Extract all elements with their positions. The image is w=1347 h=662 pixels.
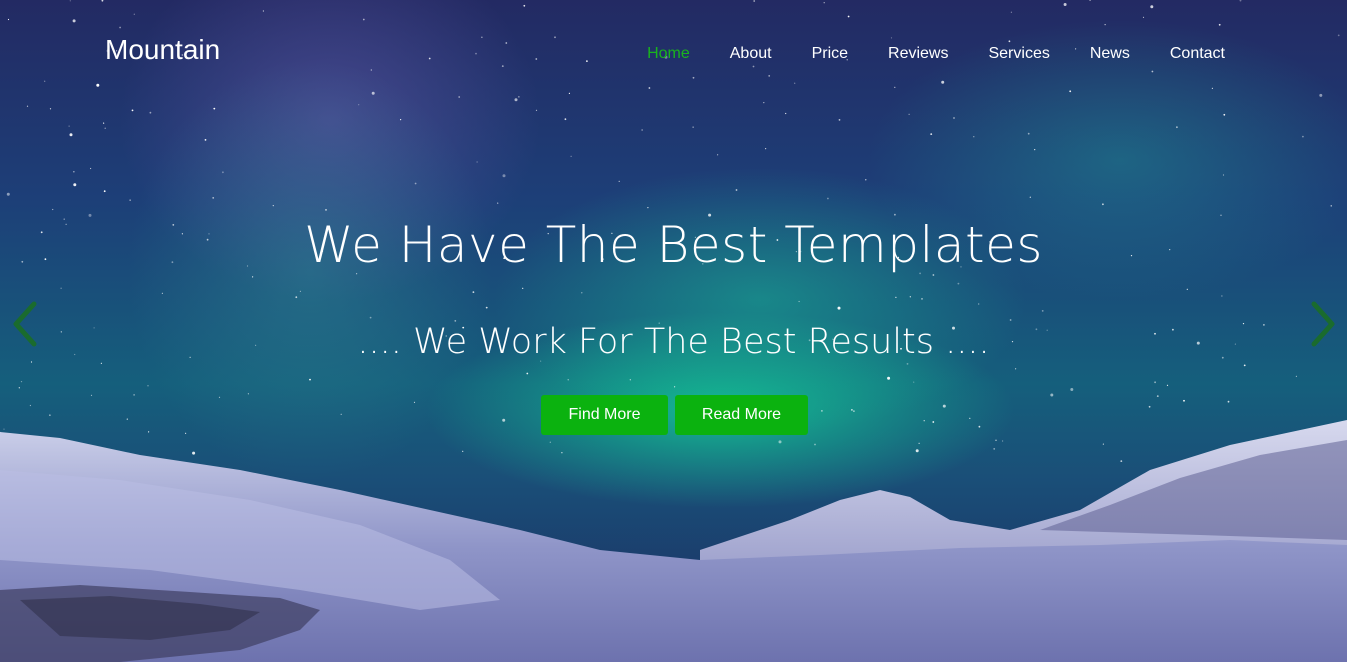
carousel-prev-button[interactable] — [10, 300, 40, 348]
nav-item: Reviews — [868, 44, 968, 64]
nav-link-services[interactable]: Services — [968, 44, 1069, 64]
nav-item: Home — [627, 44, 710, 64]
hero-title: We Have The Best Templates — [304, 216, 1043, 274]
chevron-right-icon — [1311, 301, 1335, 347]
chevron-left-icon — [13, 301, 37, 347]
nav-item: About — [710, 44, 792, 64]
nav-link-about[interactable]: About — [710, 44, 792, 64]
read-more-button[interactable]: Read More — [675, 395, 808, 435]
nav-item: Price — [792, 44, 868, 64]
hero-actions: Find More Read More — [541, 395, 808, 435]
nav-link-price[interactable]: Price — [792, 44, 868, 64]
nav-link-contact[interactable]: Contact — [1150, 44, 1225, 64]
nav-link-home[interactable]: Home — [627, 44, 710, 64]
main-nav: Home About Price Reviews Services News C… — [627, 44, 1225, 64]
find-more-button[interactable]: Find More — [541, 395, 668, 435]
brand-logo[interactable]: Mountain — [105, 33, 220, 67]
nav-link-news[interactable]: News — [1070, 44, 1150, 64]
hero-subtitle: .... We Work For The Best Results .... — [357, 322, 990, 362]
nav-item: News — [1070, 44, 1150, 64]
nav-link-reviews[interactable]: Reviews — [868, 44, 968, 64]
nav-item: Services — [968, 44, 1069, 64]
nav-item: Contact — [1150, 44, 1225, 64]
carousel-next-button[interactable] — [1308, 300, 1338, 348]
